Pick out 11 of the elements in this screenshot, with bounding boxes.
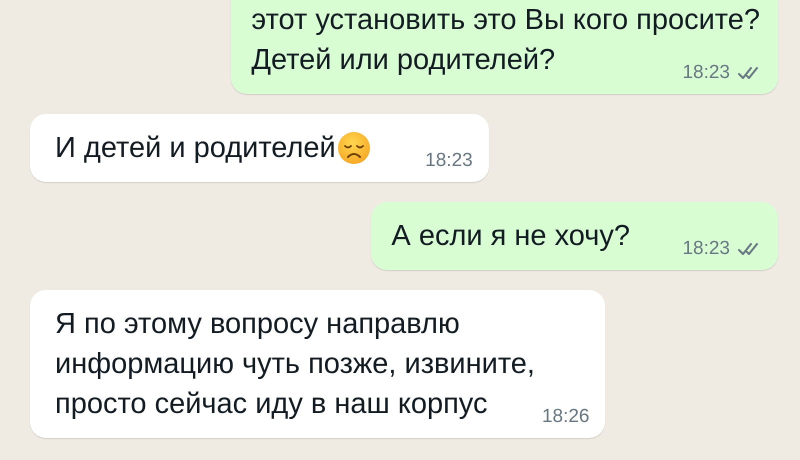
message-text: Детей или родителей? [251, 43, 556, 78]
message-time: 18:23 [425, 150, 473, 172]
message-time: 18:23 [682, 238, 730, 260]
message-text: Я по этому вопросу направлю [55, 307, 460, 342]
message-text: этот установить это Вы кого просите? [251, 3, 760, 38]
message-text: И детей и родителей [55, 131, 336, 166]
message-text: А если я не хочу? [391, 219, 630, 254]
message-time: 18:23 [682, 62, 730, 84]
message-text: просто сейчас иду в наш корпус [55, 387, 488, 422]
message-text: информацию чуть позже, извините, [55, 347, 535, 382]
message-time: 18:26 [542, 406, 590, 428]
